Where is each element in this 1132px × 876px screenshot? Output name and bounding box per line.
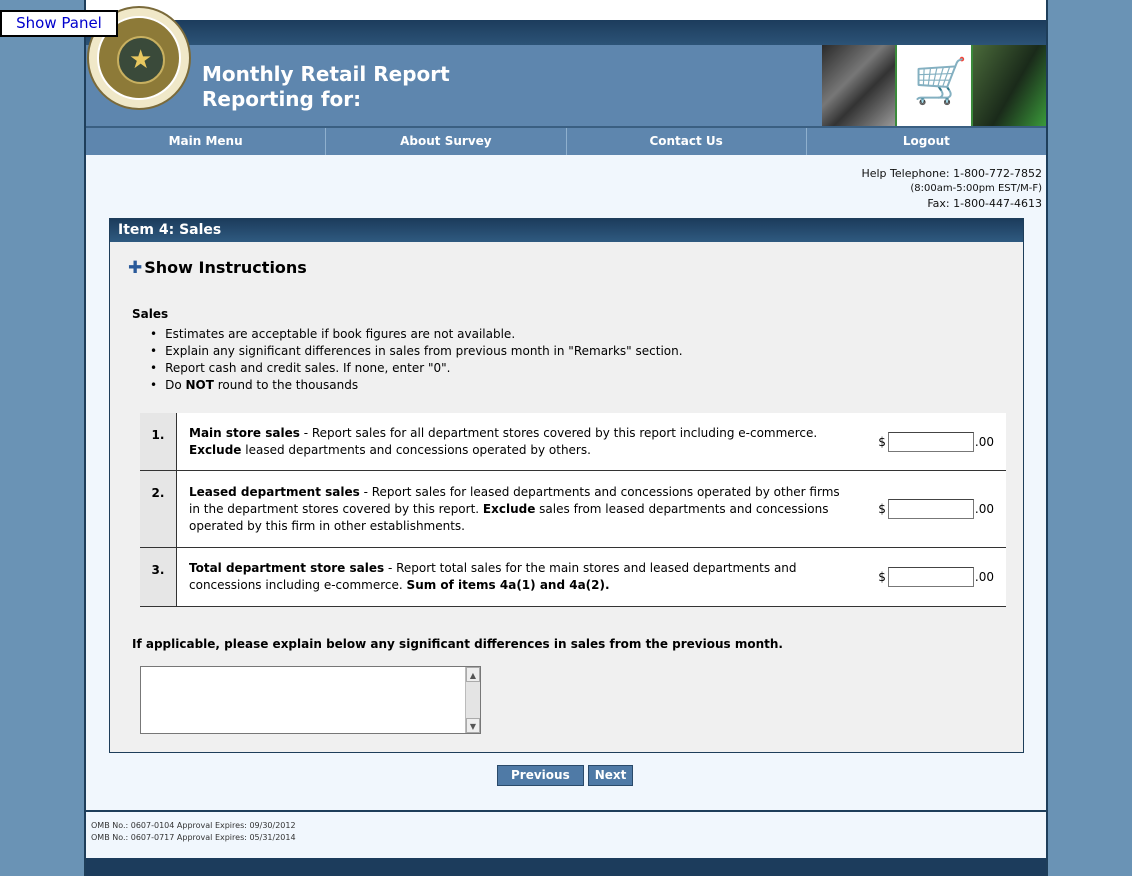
remarks-textarea[interactable] xyxy=(141,667,465,733)
nav-main-menu[interactable]: Main Menu xyxy=(86,128,327,155)
item-bold: Sum of items 4a(1) and 4a(2). xyxy=(406,578,610,592)
currency-symbol: $ xyxy=(878,570,886,584)
nav-about-survey[interactable]: About Survey xyxy=(326,128,567,155)
navigation-buttons: Previous Next xyxy=(497,765,634,786)
show-panel-button[interactable]: Show Panel xyxy=(0,10,118,37)
omb-line: OMB No.: 0607-0104 Approval Expires: 09/… xyxy=(91,821,296,830)
footer-band xyxy=(86,858,1046,876)
help-telephone: Help Telephone: 1-800-772-7852 xyxy=(861,167,1042,180)
omb-line: OMB No.: 0607-0717 Approval Expires: 05/… xyxy=(91,833,296,842)
item-description: Leased department sales - Report sales f… xyxy=(177,471,876,547)
help-hours: (8:00am-5:00pm EST/M-F) xyxy=(910,183,1042,194)
remarks-box: ▲ ▼ xyxy=(140,666,481,734)
nav-contact-us[interactable]: Contact Us xyxy=(567,128,807,155)
item-bold: Exclude xyxy=(482,501,536,516)
table-row: 1. Main store sales - Report sales for a… xyxy=(140,413,1006,471)
header-photos: 🛒 xyxy=(822,45,1046,126)
item-label: Main store sales xyxy=(189,425,300,440)
scroll-down-icon[interactable]: ▼ xyxy=(466,718,480,733)
nav-logout[interactable]: Logout xyxy=(807,128,1046,155)
sales-heading: Sales xyxy=(132,307,169,321)
help-contact: Help Telephone: 1-800-772-7852 (8:00am-5… xyxy=(861,166,1042,211)
item-amount-cell: $ .00 xyxy=(876,413,1006,470)
main-nav: Main Menu About Survey Contact Us Logout xyxy=(86,126,1046,155)
sales-panel: Item 4: Sales ✚Show Instructions Sales E… xyxy=(109,218,1024,753)
item-bold: Exclude xyxy=(189,442,242,457)
page: ★ Monthly Retail Report Reporting for: 🛒… xyxy=(84,0,1048,876)
omb-info: OMB No.: 0607-0104 Approval Expires: 09/… xyxy=(86,810,1046,844)
header-band xyxy=(86,20,1046,45)
panel-body: ✚Show Instructions Sales Estimates are a… xyxy=(110,242,1023,752)
item-desc2: leased departments and concessions opera… xyxy=(241,442,591,457)
table-row: 3. Total department store sales - Report… xyxy=(140,548,1006,607)
panel-title: Item 4: Sales xyxy=(110,219,1023,242)
show-instructions-toggle[interactable]: ✚ Show Instructions xyxy=(128,258,307,278)
item-description: Main store sales - Report sales for all … xyxy=(177,413,876,470)
table-row: 2. Leased department sales - Report sale… xyxy=(140,471,1006,548)
remarks-label: If applicable, please explain below any … xyxy=(132,637,783,651)
total-department-store-sales-input[interactable] xyxy=(887,567,974,587)
main-store-sales-input[interactable] xyxy=(887,431,974,452)
list-item: Explain any significant differences in s… xyxy=(150,343,682,360)
header: ★ Monthly Retail Report Reporting for: 🛒 xyxy=(86,6,1046,126)
top-strip xyxy=(86,0,1046,20)
help-fax: Fax: 1-800-447-4613 xyxy=(927,197,1042,210)
show-instructions-label: Show Instructions xyxy=(144,258,307,277)
list-item-not-round: Do NOT round to the thousands xyxy=(150,377,683,394)
item-amount-cell: $ .00 xyxy=(876,471,1006,547)
sales-items-table: 1. Main store sales - Report sales for a… xyxy=(140,413,1006,607)
cents-suffix: .00 xyxy=(974,502,994,516)
currency-symbol: $ xyxy=(878,434,886,449)
leased-department-sales-input[interactable] xyxy=(887,499,974,519)
currency-symbol: $ xyxy=(878,502,886,516)
plus-icon: ✚ xyxy=(128,258,143,278)
item-label: Total department store sales xyxy=(189,561,385,575)
item-label: Leased department sales xyxy=(189,484,360,499)
previous-button[interactable]: Previous xyxy=(497,765,584,786)
item-number: 3. xyxy=(140,548,177,606)
report-title: Monthly Retail Report xyxy=(202,62,450,86)
remarks-scrollbar[interactable]: ▲ ▼ xyxy=(465,667,480,733)
sales-instructions-list: Estimates are acceptable if book figures… xyxy=(150,326,683,394)
cents-suffix: .00 xyxy=(974,434,994,449)
seal-eagle-icon: ★ xyxy=(117,36,165,84)
item-number: 1. xyxy=(140,413,177,470)
coins-photo xyxy=(822,45,896,126)
list-item: Estimates are acceptable if book figures… xyxy=(150,326,683,343)
item-desc: - Report sales for all department stores… xyxy=(299,425,818,440)
gas-pump-photo xyxy=(972,45,1046,126)
next-button[interactable]: Next xyxy=(587,765,634,786)
item-number: 2. xyxy=(140,471,177,547)
cents-suffix: .00 xyxy=(974,570,994,584)
reporting-for-label: Reporting for: xyxy=(202,87,362,111)
list-item: Report cash and credit sales. If none, e… xyxy=(150,360,683,377)
item-amount-cell: $ .00 xyxy=(876,548,1006,606)
scroll-up-icon[interactable]: ▲ xyxy=(466,667,480,682)
item-description: Total department store sales - Report to… xyxy=(177,548,876,606)
shopping-cart-photo: 🛒 xyxy=(895,45,973,126)
